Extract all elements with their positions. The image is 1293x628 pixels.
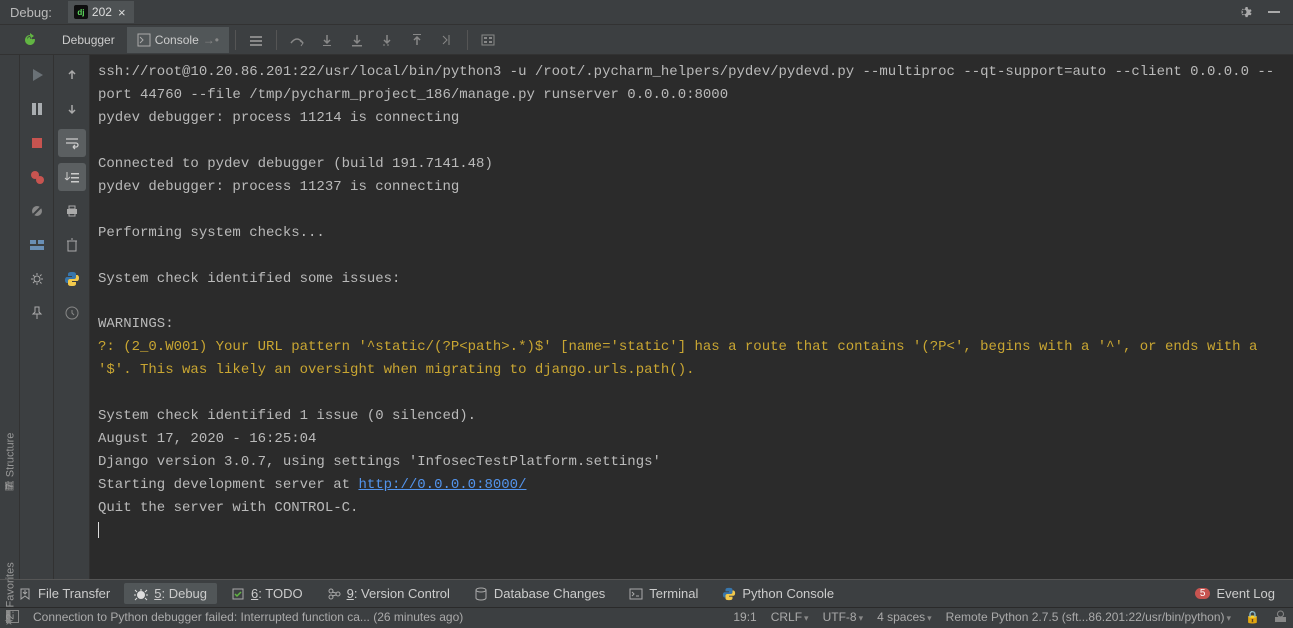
console-warning: ?: (2_0.W001) Your URL pattern '^static/… xyxy=(98,339,1266,378)
tab-console-label: Console xyxy=(155,33,199,47)
db-changes-label: Database Changes xyxy=(494,586,605,601)
event-log-tool[interactable]: 5 Event Log xyxy=(1185,583,1285,604)
console-side-toolbar xyxy=(54,55,90,579)
clear-all-icon[interactable] xyxy=(58,231,86,259)
file-transfer-tool[interactable]: File Transfer xyxy=(8,583,120,604)
resume-icon[interactable] xyxy=(27,65,47,85)
scroll-to-end-icon[interactable] xyxy=(58,163,86,191)
soft-wrap-icon[interactable] xyxy=(58,129,86,157)
console-line: Django version 3.0.7, using settings 'In… xyxy=(98,454,661,470)
debug-tool[interactable]: 5: Debug xyxy=(124,583,217,604)
print-icon[interactable] xyxy=(58,197,86,225)
console-line: System check identified some issues: xyxy=(98,271,400,287)
console-line: pydev debugger: process 11237 is connect… xyxy=(98,179,459,195)
file-transfer-label: File Transfer xyxy=(38,586,110,601)
indent-settings[interactable]: 4 spaces▾ xyxy=(877,610,932,624)
vcs-key-label: 9: Version Control xyxy=(347,586,450,601)
structure-tool-tab[interactable]: 7: Structure xyxy=(4,433,16,490)
server-url-link[interactable]: http://0.0.0.0:8000/ xyxy=(358,477,526,493)
bottom-tool-window-bar: File Transfer 5: Debug 6: TODO 9: Versio… xyxy=(0,579,1293,607)
python-console-label: Python Console xyxy=(742,586,834,601)
debug-label: Debug: xyxy=(0,5,62,20)
status-message: Connection to Python debugger failed: In… xyxy=(33,610,719,624)
terminal-tool[interactable]: Terminal xyxy=(619,583,708,604)
view-breakpoints-icon[interactable] xyxy=(27,167,47,187)
history-icon[interactable] xyxy=(58,299,86,327)
debug-key-label: 5: Debug xyxy=(154,586,207,601)
line-separator[interactable]: CRLF▾ xyxy=(771,610,809,624)
version-control-tool[interactable]: 9: Version Control xyxy=(317,583,460,604)
scroll-down-icon[interactable] xyxy=(58,95,86,123)
tab-debugger[interactable]: Debugger xyxy=(52,27,125,53)
todo-tool[interactable]: 6: TODO xyxy=(221,583,313,604)
console-line: System check identified 1 issue (0 silen… xyxy=(98,408,476,424)
minimize-icon[interactable] xyxy=(1265,3,1283,21)
force-step-into-icon[interactable] xyxy=(373,27,401,53)
evaluate-expression-icon[interactable] xyxy=(474,27,502,53)
gear-icon[interactable] xyxy=(1235,3,1253,21)
file-encoding[interactable]: UTF-8▾ xyxy=(823,610,864,624)
console-line: pydev debugger: process 11214 is connect… xyxy=(98,110,459,126)
rerun-icon[interactable] xyxy=(16,27,44,53)
inspections-icon[interactable] xyxy=(1274,610,1287,623)
tab-console[interactable]: Console →• xyxy=(127,27,229,53)
settings-gear-icon[interactable] xyxy=(27,269,47,289)
console-line: Starting development server at xyxy=(98,477,358,493)
close-tab-icon[interactable]: × xyxy=(116,5,128,20)
status-bar: Connection to Python debugger failed: In… xyxy=(0,607,1293,625)
terminal-label: Terminal xyxy=(649,586,698,601)
step-out-icon[interactable] xyxy=(403,27,431,53)
layout-settings-icon[interactable] xyxy=(27,235,47,255)
stop-icon[interactable] xyxy=(27,133,47,153)
layout-icon[interactable] xyxy=(242,27,270,53)
step-over-icon[interactable] xyxy=(283,27,311,53)
caret-position[interactable]: 19:1 xyxy=(733,610,756,624)
todo-key-label: 6: TODO xyxy=(251,586,303,601)
python-console-tool[interactable]: Python Console xyxy=(712,583,844,604)
event-log-label: Event Log xyxy=(1216,586,1275,601)
debug-sub-toolbar: Debugger Console →• xyxy=(0,25,1293,55)
run-config-tab[interactable]: dj 202 × xyxy=(68,1,134,23)
run-config-name: 202 xyxy=(92,5,112,19)
debug-tool-window-header: Debug: dj 202 × xyxy=(0,0,1293,25)
console-line: Performing system checks... xyxy=(98,225,325,241)
console-line: Connected to pydev debugger (build 191.7… xyxy=(98,156,493,172)
console-output[interactable]: ssh://root@10.20.86.201:22/usr/local/bin… xyxy=(90,55,1293,579)
debug-side-toolbar-left xyxy=(20,55,54,579)
step-into-my-code-icon[interactable] xyxy=(343,27,371,53)
event-log-badge: 5 xyxy=(1195,588,1211,599)
run-to-cursor-icon[interactable] xyxy=(433,27,461,53)
step-into-icon[interactable] xyxy=(313,27,341,53)
scroll-up-icon[interactable] xyxy=(58,61,86,89)
left-gutter: ▦ 7: Structure ★ 2: Favorites xyxy=(0,55,20,579)
console-line: WARNINGS: xyxy=(98,316,174,332)
database-changes-tool[interactable]: Database Changes xyxy=(464,583,615,604)
favorites-tool-tab[interactable]: 2: Favorites xyxy=(5,562,17,619)
mute-breakpoints-icon[interactable] xyxy=(27,201,47,221)
python-prompt-icon[interactable] xyxy=(58,265,86,293)
console-line: August 17, 2020 - 16:25:04 xyxy=(98,431,316,447)
console-line: Quit the server with CONTROL-C. xyxy=(98,500,358,516)
console-line: ssh://root@10.20.86.201:22/usr/local/bin… xyxy=(98,64,1274,103)
readonly-lock-icon[interactable]: 🔒 xyxy=(1245,610,1260,624)
text-cursor xyxy=(98,522,99,538)
pause-icon[interactable] xyxy=(27,99,47,119)
django-icon: dj xyxy=(74,5,88,19)
python-interpreter[interactable]: Remote Python 2.7.5 (sft...86.201:22/usr… xyxy=(946,610,1231,624)
pin-icon[interactable] xyxy=(27,303,47,323)
